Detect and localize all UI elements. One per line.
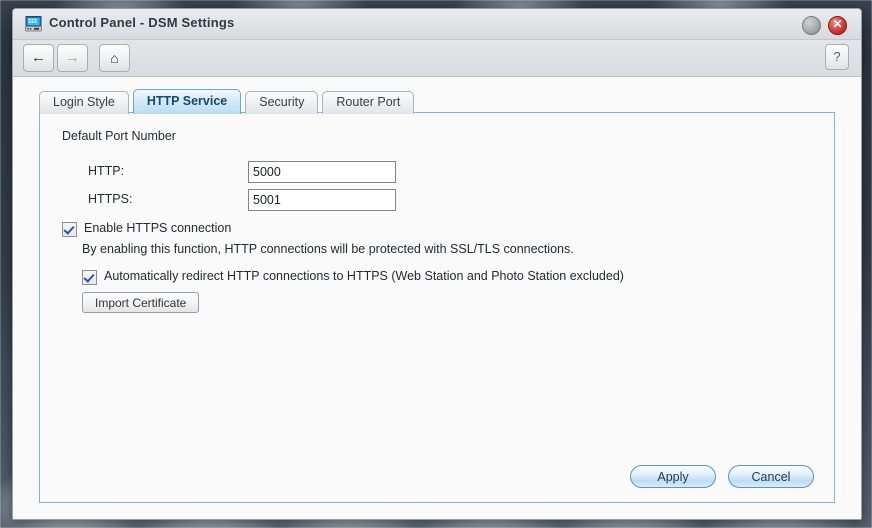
http-service-panel: Default Port Number HTTP: HTTPS: Enable … (39, 112, 835, 503)
section-title-default-port-number: Default Port Number (62, 129, 176, 143)
forward-arrow-icon: → (65, 49, 80, 66)
apply-button[interactable]: Apply (630, 465, 716, 488)
window-title: Control Panel - DSM Settings (49, 15, 235, 30)
control-panel-icon (25, 16, 42, 32)
auto-redirect-checkbox[interactable] (82, 270, 97, 285)
control-panel-window: Control Panel - DSM Settings ✕ ← → ⌂ ? L… (12, 8, 862, 520)
tab-router-port[interactable]: Router Port (322, 91, 415, 114)
import-certificate-button[interactable]: Import Certificate (82, 292, 200, 313)
window-toolbar: ← → ⌂ ? (13, 40, 861, 77)
back-button[interactable]: ← (23, 44, 54, 72)
home-button[interactable]: ⌂ (99, 44, 130, 72)
home-icon: ⌂ (110, 50, 119, 66)
cancel-button[interactable]: Cancel (728, 465, 814, 488)
http-port-label: HTTP: (88, 164, 125, 178)
auto-redirect-label: Automatically redirect HTTP connections … (104, 269, 624, 283)
https-port-label: HTTPS: (88, 192, 133, 206)
enable-https-label: Enable HTTPS connection (84, 221, 232, 235)
window-body: Login Style HTTP Service Security Router… (13, 77, 861, 519)
window-titlebar: Control Panel - DSM Settings ✕ (13, 9, 861, 40)
panel-button-bar: Apply Cancel (630, 465, 814, 488)
enable-https-checkbox[interactable] (62, 222, 77, 237)
tab-strip: Login Style HTTP Service Security Router… (39, 89, 418, 114)
enable-https-checkbox-row[interactable]: Enable HTTPS connection (62, 221, 232, 237)
tab-security[interactable]: Security (245, 91, 319, 114)
https-port-input[interactable] (248, 189, 396, 211)
tab-http-service[interactable]: HTTP Service (132, 89, 242, 114)
auto-redirect-checkbox-row[interactable]: Automatically redirect HTTP connections … (82, 269, 624, 285)
https-description-text: By enabling this function, HTTP connecti… (82, 242, 574, 256)
back-arrow-icon: ← (31, 49, 46, 66)
help-button[interactable]: ? (825, 44, 849, 70)
http-port-input[interactable] (248, 161, 396, 183)
close-button[interactable]: ✕ (828, 16, 847, 35)
forward-button[interactable]: → (57, 44, 88, 72)
minimize-button[interactable] (802, 16, 821, 35)
tab-login-style[interactable]: Login Style (39, 91, 129, 114)
